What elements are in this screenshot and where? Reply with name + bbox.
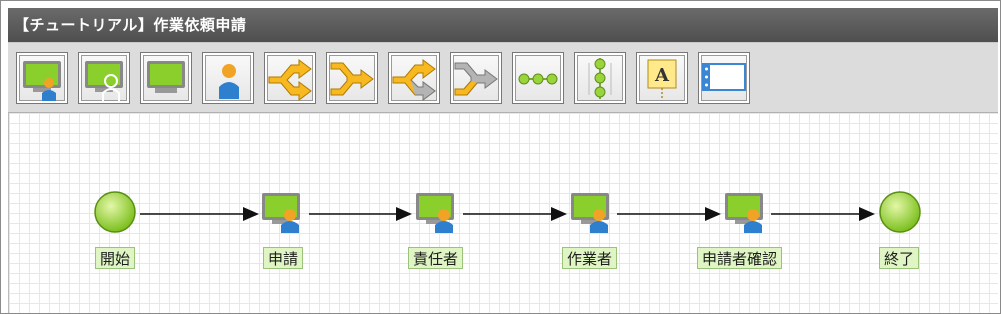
user-task-icon [571,193,609,233]
user-task-tool-button[interactable] [16,52,68,104]
horizontal-sequence-icon [518,73,558,85]
person-icon [219,64,239,99]
multi-user-task-tool-button[interactable] [78,52,130,104]
workflow-editor-window: 【チュートリアル】作業依頼申請 A 開始 申請 責任者 作業者 申請者確認 終了 [0,0,1001,314]
branch-join-tool-button[interactable] [326,52,378,104]
user-task-icon [23,61,61,101]
end-event-node[interactable] [878,190,922,234]
multi-user-task-icon [85,61,123,101]
palette-toolbar: A [8,42,998,113]
window-panel-icon [702,63,746,91]
edge-layer [140,207,875,221]
node-label-start: 開始 [95,247,136,269]
user-task-icon [725,193,763,233]
arrowhead [243,207,259,221]
arrowhead [705,207,721,221]
screen-task-icon [147,61,185,93]
task-node-worker[interactable] [569,191,613,233]
arrowhead [859,207,875,221]
svg-text:A: A [654,65,670,86]
task-node-manager[interactable] [414,191,458,233]
edge-apply-manager[interactable] [309,207,412,221]
user-task-icon [262,193,300,233]
end-event-icon [879,191,921,233]
vertical-sequence-tool-button[interactable] [574,52,626,104]
window-panel-tool-button[interactable] [698,52,750,104]
edge-manager-worker[interactable] [463,207,567,221]
gray-branch-join-tool-button[interactable] [450,52,502,104]
task-node-apply[interactable] [260,191,304,233]
vertical-sequence-icon [588,58,612,99]
branch-join-icon [330,62,374,96]
horizontal-sequence-tool-button[interactable] [512,52,564,104]
text-annotation-icon: A [647,59,677,100]
branch-split-tool-button[interactable] [264,52,316,104]
gray-branch-split-icon [392,59,436,101]
edge-start-apply[interactable] [140,207,259,221]
node-label-apply: 申請 [263,247,304,269]
node-label-worker: 作業者 [562,247,618,269]
person-tool-button[interactable] [202,52,254,104]
task-node-confirm[interactable] [723,191,767,233]
diagram-canvas[interactable]: 開始 申請 責任者 作業者 申請者確認 終了 [8,113,998,313]
edge-worker-confirm[interactable] [617,207,721,221]
gray-branch-split-tool-button[interactable] [388,52,440,104]
user-task-icon [416,193,454,233]
start-event-icon [94,191,136,233]
text-annotation-tool-button[interactable]: A [636,52,688,104]
gray-branch-join-icon [454,62,498,96]
window-title: 【チュートリアル】作業依頼申請 [8,8,998,42]
arrowhead [551,207,567,221]
start-event-node[interactable] [93,190,137,234]
edge-confirm-end[interactable] [771,207,875,221]
node-label-confirm: 申請者確認 [697,247,783,269]
screen-task-tool-button[interactable] [140,52,192,104]
node-label-manager: 責任者 [408,247,464,269]
node-label-end: 終了 [879,247,920,269]
branch-split-icon [268,59,312,101]
arrowhead [396,207,412,221]
